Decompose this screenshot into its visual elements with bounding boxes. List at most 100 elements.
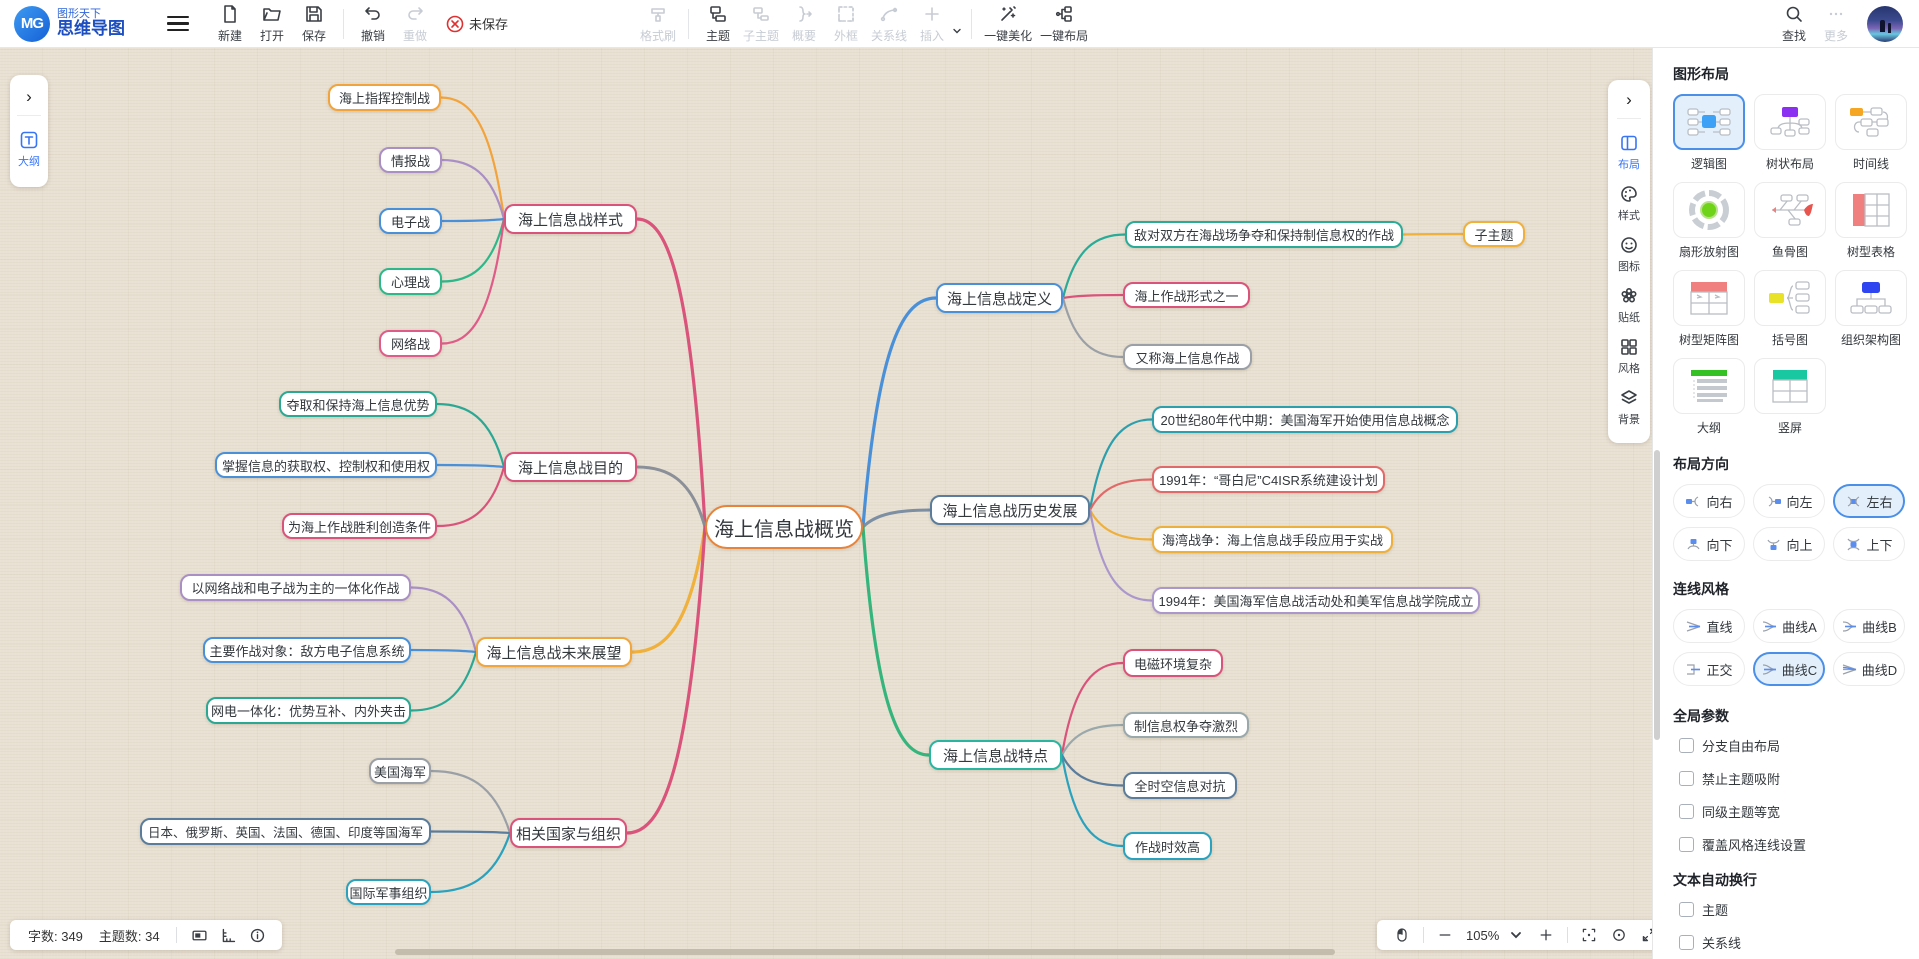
mindmap-node-sub[interactable]: 子主题	[1463, 221, 1525, 247]
mindmap-node-net[interactable]: 网络战	[379, 330, 442, 357]
direction-updown-button[interactable]: 上下	[1833, 527, 1905, 561]
mindmap-node-c2[interactable]: 制信息权争夺激烈	[1123, 712, 1249, 738]
mindmap-node-h3[interactable]: 海湾战争：海上信息战手段应用于实战	[1152, 526, 1393, 553]
mindmap-node-p3[interactable]: 为海上作战胜利创造条件	[282, 513, 437, 539]
summary-button[interactable]: 概要	[783, 1, 825, 47]
more-button[interactable]: 更多	[1815, 1, 1857, 47]
line-orthogonal-button[interactable]: 正交	[1673, 652, 1745, 686]
center-root-icon[interactable]	[1611, 927, 1627, 943]
redo-button[interactable]: 重做	[394, 1, 436, 47]
checkbox-override-style-lines[interactable]: 覆盖风格连线设置	[1679, 835, 1905, 854]
layout-fishbone[interactable]: 鱼骨图	[1754, 182, 1826, 260]
search-button[interactable]: 查找	[1773, 1, 1815, 47]
info-icon[interactable]	[249, 927, 266, 944]
mindmap-node-o2[interactable]: 日本、俄罗斯、英国、法国、德国、印度等国海军	[140, 818, 431, 845]
subtopic-button[interactable]: 子主题	[739, 1, 783, 47]
direction-down-button[interactable]: 向下	[1673, 527, 1745, 561]
layout-org-chart[interactable]: 组织架构图	[1835, 270, 1907, 348]
mindmap-node-h2[interactable]: 1991年：“哥白尼”C4ISR系统建设计划	[1152, 466, 1385, 493]
relation-line-button[interactable]: 关系线	[867, 1, 911, 47]
line-curve-d-button[interactable]: 曲线D	[1833, 652, 1905, 686]
mindmap-node-d3[interactable]: 又称海上信息作战	[1123, 344, 1252, 370]
sidebar-item-theme[interactable]: 风格	[1618, 331, 1640, 382]
menu-icon[interactable]	[167, 12, 189, 36]
mindmap-node-h4[interactable]: 1994年：美国海军信息战活动处和美军信息战学院成立	[1152, 587, 1480, 614]
zoom-chevron-icon[interactable]	[1508, 927, 1524, 943]
mindmap-node-org[interactable]: 相关国家与组织	[510, 818, 627, 848]
mindmap-node-purpose[interactable]: 海上信息战目的	[504, 452, 637, 482]
layout-bracket[interactable]: 括号图	[1754, 270, 1826, 348]
mindmap-node-psy[interactable]: 心理战	[379, 268, 442, 295]
expand-left-panel-icon[interactable]: ›	[26, 85, 32, 113]
zoom-out-icon[interactable]	[1437, 927, 1453, 943]
open-button[interactable]: 打开	[251, 1, 293, 47]
mindmap-node-c4[interactable]: 作战时效高	[1123, 832, 1212, 860]
checkbox-wrap-topic[interactable]: 主题	[1679, 900, 1905, 919]
mindmap-node-d2[interactable]: 海上作战形式之一	[1123, 282, 1250, 308]
line-curve-a-button[interactable]: 曲线A	[1753, 609, 1825, 643]
mouse-mode-icon[interactable]	[1394, 927, 1410, 943]
checkbox-free-branch-layout[interactable]: 分支自由布局	[1679, 736, 1905, 755]
direction-left-button[interactable]: 向左	[1753, 484, 1825, 518]
mindmap-node-c1[interactable]: 电磁环境复杂	[1123, 649, 1223, 677]
format-brush-button[interactable]: 格式刷	[636, 1, 680, 47]
frame-button[interactable]: 外框	[825, 1, 867, 47]
mindmap-node-f2[interactable]: 主要作战对象：敌方电子信息系统	[203, 637, 411, 663]
checkbox-wrap-relation-line[interactable]: 关系线	[1679, 933, 1905, 952]
zoom-level[interactable]: 105%	[1466, 928, 1499, 943]
layout-vertical-screen[interactable]: 竖屏	[1754, 358, 1826, 436]
mindmap-canvas[interactable]: 海上信息战概览海上信息战样式海上指挥控制战情报战电子战心理战网络战海上信息战目的…	[0, 48, 1652, 959]
user-avatar[interactable]	[1867, 6, 1903, 42]
layout-timeline[interactable]: 时间线	[1835, 94, 1907, 172]
line-curve-c-button[interactable]: 曲线C	[1753, 652, 1825, 686]
line-straight-button[interactable]: 直线	[1673, 609, 1745, 643]
mindmap-node-h1[interactable]: 20世纪80年代中期：美国海军开始使用信息战概念	[1152, 406, 1458, 433]
sidebar-item-stickers[interactable]: 贴纸	[1618, 280, 1640, 331]
outline-button[interactable]: 大纲	[18, 124, 40, 175]
mindmap-node-cmd[interactable]: 海上指挥控制战	[328, 84, 441, 111]
mindmap-node-f3[interactable]: 网电一体化：优势互补、内外夹击	[206, 697, 411, 724]
auto-layout-button[interactable]: 一键布局	[1036, 1, 1092, 47]
layout-tree-table[interactable]: 树型表格	[1835, 182, 1907, 260]
mindmap-node-c3[interactable]: 全时空信息对抗	[1123, 772, 1237, 799]
zoom-in-icon[interactable]	[1538, 927, 1554, 943]
ruler-icon[interactable]	[220, 927, 237, 944]
direction-both-button[interactable]: 左右	[1833, 484, 1905, 518]
mindmap-node-o3[interactable]: 国际军事组织	[346, 879, 431, 905]
direction-right-button[interactable]: 向右	[1673, 484, 1745, 518]
checkbox-equal-width-siblings[interactable]: 同级主题等宽	[1679, 802, 1905, 821]
collapse-right-panel-icon[interactable]: ›	[1626, 88, 1632, 116]
fit-screen-icon[interactable]	[1581, 927, 1597, 943]
line-curve-b-button[interactable]: 曲线B	[1833, 609, 1905, 643]
layout-logic-diagram[interactable]: 逻辑图	[1673, 94, 1745, 172]
mindmap-node-style[interactable]: 海上信息战样式	[504, 204, 637, 234]
mindmap-node-hist[interactable]: 海上信息战历史发展	[930, 495, 1090, 525]
mindmap-node-d1[interactable]: 敌对双方在海战场争夺和保持制信息权的作战	[1125, 221, 1403, 248]
undo-button[interactable]: 撤销	[352, 1, 394, 47]
chevron-down-icon[interactable]	[951, 25, 963, 37]
beautify-button[interactable]: 一键美化	[980, 1, 1036, 47]
panel-scrollbar-thumb[interactable]	[1654, 450, 1660, 740]
horizontal-scrollbar[interactable]	[395, 949, 1335, 955]
layout-tree[interactable]: 树状布局	[1754, 94, 1826, 172]
mindmap-node-def[interactable]: 海上信息战定义	[936, 283, 1063, 313]
save-button[interactable]: 保存	[293, 1, 335, 47]
layout-tree-matrix[interactable]: 树型矩阵图	[1673, 270, 1745, 348]
layout-fan-radial[interactable]: 扇形放射图	[1673, 182, 1745, 260]
direction-up-button[interactable]: 向上	[1753, 527, 1825, 561]
minimap-icon[interactable]	[191, 927, 208, 944]
mindmap-node-char[interactable]: 海上信息战特点	[929, 740, 1062, 770]
sidebar-item-style[interactable]: 样式	[1618, 178, 1640, 229]
mindmap-node-f1[interactable]: 以网络战和电子战为主的一体化作战	[180, 574, 411, 601]
mindmap-node-root[interactable]: 海上信息战概览	[705, 505, 863, 549]
mindmap-node-o1[interactable]: 美国海军	[369, 758, 431, 784]
sidebar-item-background[interactable]: 背景	[1618, 382, 1640, 433]
new-button[interactable]: 新建	[209, 1, 251, 47]
mindmap-node-intel[interactable]: 情报战	[379, 147, 442, 173]
fullscreen-icon[interactable]	[1641, 927, 1652, 943]
sidebar-item-layout[interactable]: 布局	[1618, 127, 1640, 178]
checkbox-disable-topic-snap[interactable]: 禁止主题吸附	[1679, 769, 1905, 788]
topic-button[interactable]: 主题	[697, 1, 739, 47]
mindmap-node-future[interactable]: 海上信息战未来展望	[476, 637, 632, 667]
mindmap-node-p2[interactable]: 掌握信息的获取权、控制权和使用权	[215, 452, 437, 478]
